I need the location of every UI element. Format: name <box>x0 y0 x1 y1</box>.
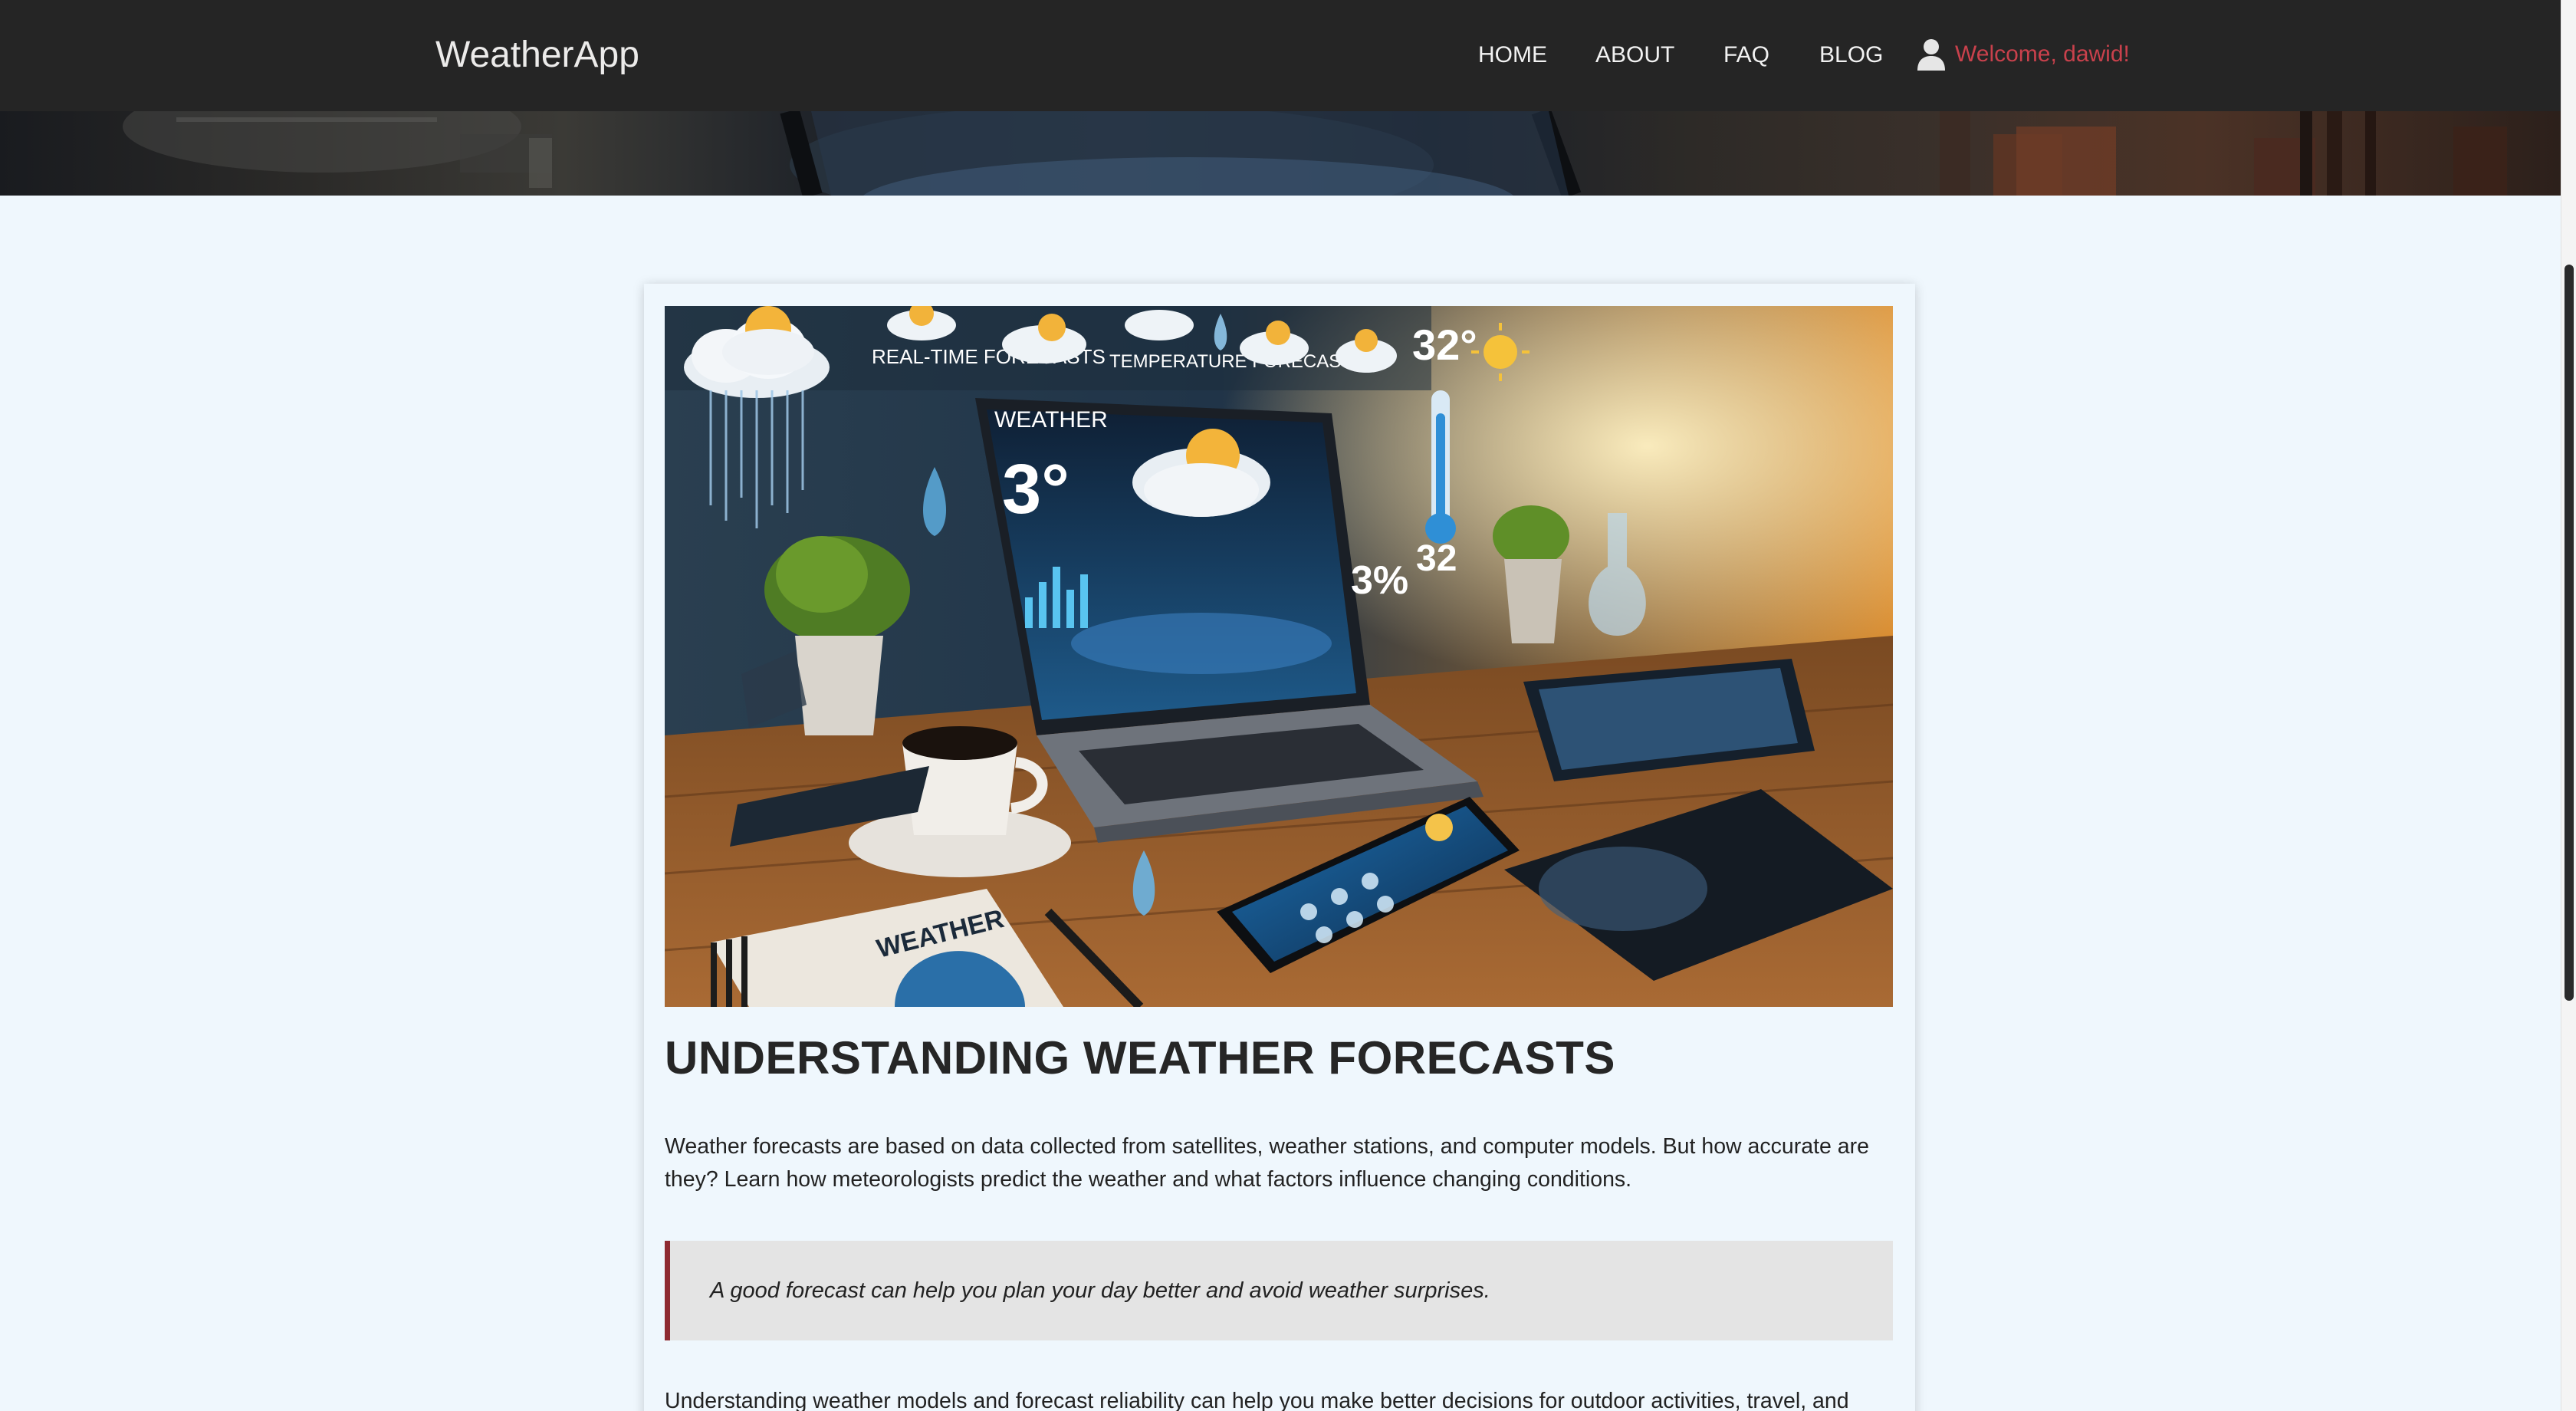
hero-banner <box>0 111 2561 196</box>
blockquote: A good forecast can help you plan your d… <box>665 1241 1893 1340</box>
nav-home[interactable]: HOME <box>1478 40 1547 71</box>
brand-logo[interactable]: WeatherApp <box>435 31 639 80</box>
article-title: UNDERSTANDING WEATHER FORECASTS <box>665 1032 1615 1084</box>
nav-about[interactable]: ABOUT <box>1595 40 1674 71</box>
article-paragraph-1: Weather forecasts are based on data coll… <box>665 1134 1869 1192</box>
article-image: REAL-TIME FORECASTS TEMPERATURE FORECAST… <box>665 306 1893 1007</box>
quote-text: A good forecast can help you plan your d… <box>710 1278 1490 1303</box>
screen-title: WEATHER <box>994 407 1108 433</box>
nav-blog[interactable]: BLOG <box>1819 40 1883 71</box>
page: WeatherApp HOME ABOUT FAQ BLOG Welcome, … <box>0 0 2576 1411</box>
side-percent: 3% <box>1351 558 1408 603</box>
hero-image <box>123 111 2507 196</box>
nav-faq[interactable]: FAQ <box>1723 40 1769 71</box>
welcome-text[interactable]: Welcome, dawid! <box>1955 39 2130 70</box>
user-menu[interactable]: Welcome, dawid! <box>1917 38 2130 71</box>
article-paragraph-2: Understanding weather models and forecas… <box>665 1389 1849 1411</box>
side-temp: 32° <box>1412 321 1477 369</box>
screen-temp: 3° <box>1002 450 1070 528</box>
label-temperature: TEMPERATURE FORECASTS <box>1109 351 1365 372</box>
navbar: WeatherApp HOME ABOUT FAQ BLOG Welcome, … <box>0 0 2561 111</box>
weather-illustration: REAL-TIME FORECASTS TEMPERATURE FORECAST… <box>665 306 1893 1007</box>
user-icon <box>1917 38 1946 71</box>
side-value: 32 <box>1416 538 1457 579</box>
scrollbar-thumb[interactable] <box>2564 265 2574 1001</box>
